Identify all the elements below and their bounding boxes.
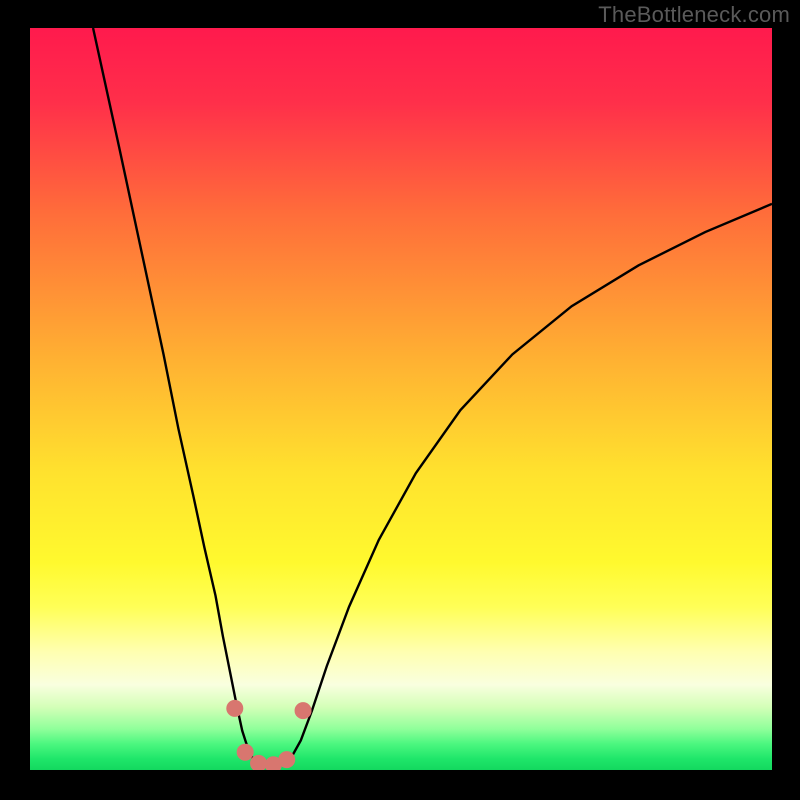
- curves-layer: [30, 28, 772, 770]
- plot-area: [30, 28, 772, 770]
- data-marker: [279, 752, 295, 768]
- data-marker: [251, 755, 267, 770]
- data-marker: [237, 744, 253, 760]
- data-marker: [227, 700, 243, 716]
- bottleneck-curve: [93, 28, 772, 766]
- valley-markers: [227, 700, 311, 770]
- chart-outer: TheBottleneck.com: [0, 0, 800, 800]
- data-marker: [295, 703, 311, 719]
- watermark-text: TheBottleneck.com: [598, 2, 790, 28]
